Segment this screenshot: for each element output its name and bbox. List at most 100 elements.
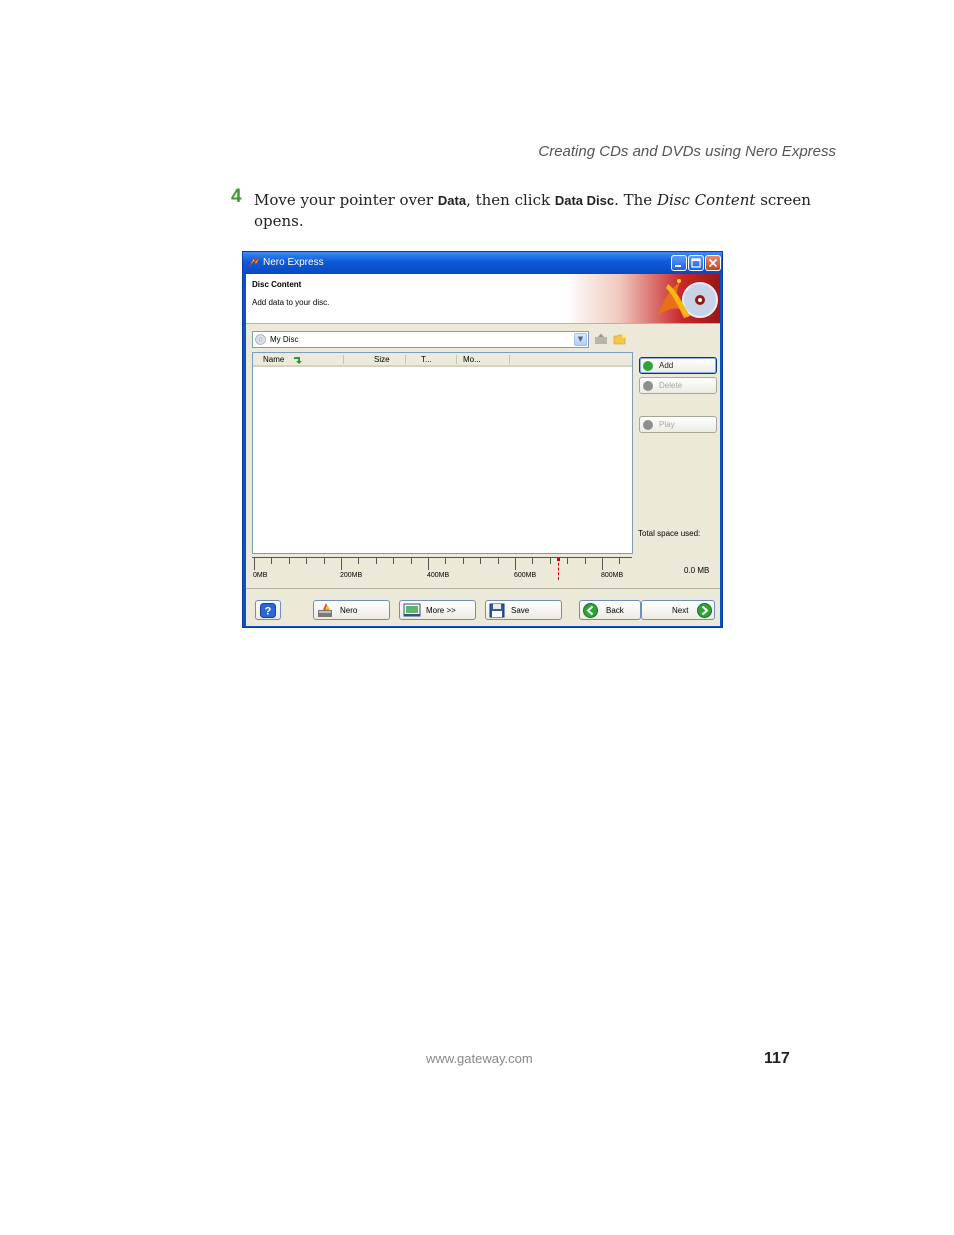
ruler-minor-tick <box>584 558 586 564</box>
column-separator[interactable] <box>343 355 344 364</box>
more-options-icon <box>403 603 421 617</box>
column-name[interactable]: Name <box>263 355 284 364</box>
capacity-ruler: 0MB 200MB 400MB 600MB 800MB <box>252 557 632 583</box>
delete-button[interactable]: Delete <box>639 377 717 394</box>
ruler-minor-tick <box>393 558 395 564</box>
ruler-minor-tick <box>410 558 412 564</box>
ruler-major-tick <box>341 558 342 570</box>
save-button-label: Save <box>511 606 530 615</box>
disc-content-list[interactable]: Name Size T... Mo... <box>252 352 633 554</box>
header-title: Disc Content <box>252 280 302 289</box>
ruler-label: 0MB <box>253 572 268 579</box>
add-button-label: Add <box>659 361 674 370</box>
title-bar[interactable]: Nero Express <box>243 252 722 274</box>
ruler-minor-tick <box>462 558 464 564</box>
ruler-minor-tick <box>271 558 273 564</box>
column-separator[interactable] <box>509 355 510 364</box>
nero-logo-icon <box>656 279 718 318</box>
ruler-minor-tick <box>445 558 447 564</box>
ruler-major-tick <box>602 558 603 570</box>
ruler-label: 600MB <box>514 572 537 579</box>
column-modified[interactable]: Mo... <box>463 355 481 364</box>
next-button-label: Next <box>672 606 689 615</box>
minimize-icon <box>675 265 681 267</box>
ruler-minor-tick <box>549 558 551 564</box>
ruler-minor-tick <box>306 558 308 564</box>
data-disc-term: Data Disc <box>554 193 615 208</box>
nero-burn-icon <box>318 603 332 617</box>
close-button[interactable] <box>705 255 721 271</box>
column-type[interactable]: T... <box>421 355 432 364</box>
column-separator[interactable] <box>405 355 406 364</box>
list-column-header: Name Size T... Mo... <box>253 353 632 367</box>
folder-up-icon[interactable] <box>594 333 608 345</box>
step-text-part: , then click <box>466 191 555 209</box>
total-space-value: 0.0 MB <box>684 566 710 575</box>
ruler-major-tick <box>515 558 516 570</box>
disc-icon <box>255 334 266 345</box>
back-button-label: Back <box>606 606 624 615</box>
help-button[interactable]: ? <box>255 600 281 620</box>
header-subtitle: Add data to your disc. <box>252 298 330 307</box>
close-icon <box>708 258 718 268</box>
ruler-minor-tick <box>288 558 290 564</box>
window-client-area: Disc Content Add data to your disc. My D… <box>246 274 720 626</box>
capacity-limit-line <box>558 558 559 580</box>
footer-url[interactable]: www.gateway.com <box>426 1051 533 1066</box>
delete-icon <box>643 381 653 391</box>
ruler-minor-tick <box>480 558 482 564</box>
sort-arrow-icon <box>294 357 302 364</box>
save-button[interactable]: Save <box>485 600 562 620</box>
add-button[interactable]: Add <box>639 357 717 374</box>
minimize-button[interactable] <box>671 255 687 271</box>
play-button[interactable]: Play <box>639 416 717 433</box>
window-title: Nero Express <box>263 257 324 268</box>
back-arrow-icon <box>583 603 598 618</box>
delete-button-label: Delete <box>659 381 683 390</box>
ruler-minor-tick <box>532 558 534 564</box>
ruler-minor-tick <box>375 558 377 564</box>
data-term: Data <box>437 193 467 208</box>
nero-app-icon <box>248 256 261 268</box>
nero-button[interactable]: Nero <box>313 600 390 620</box>
header-band: Disc Content Add data to your disc. <box>246 274 720 324</box>
running-head: Creating CDs and DVDs using Nero Express <box>538 143 836 160</box>
back-button[interactable]: Back <box>579 600 641 620</box>
step-number: 4 <box>231 186 242 207</box>
disc-selector[interactable]: My Disc ▼ <box>252 331 589 348</box>
ruler-baseline <box>252 557 632 558</box>
chevron-down-icon[interactable]: ▼ <box>574 333 587 346</box>
column-size[interactable]: Size <box>374 355 390 364</box>
ruler-label: 200MB <box>340 572 363 579</box>
ruler-minor-tick <box>497 558 499 564</box>
new-folder-icon[interactable] <box>613 333 627 345</box>
more-button[interactable]: More >> <box>399 600 476 620</box>
nero-button-label: Nero <box>340 606 358 615</box>
step-instruction: Move your pointer over Data, then click … <box>254 190 814 231</box>
maximize-button[interactable] <box>688 255 704 271</box>
help-icon: ? <box>260 603 276 618</box>
page-number: 117 <box>764 1050 790 1067</box>
next-arrow-icon <box>697 603 712 618</box>
ruler-label: 800MB <box>601 572 624 579</box>
ruler-minor-tick <box>358 558 360 564</box>
ruler-label: 400MB <box>427 572 450 579</box>
nero-express-window: Nero Express Disc Content Add data to yo… <box>242 251 723 628</box>
column-separator[interactable] <box>456 355 457 364</box>
ruler-minor-tick <box>567 558 569 564</box>
next-button[interactable]: Next <box>641 600 715 620</box>
add-icon <box>643 361 653 371</box>
ruler-major-tick <box>428 558 429 570</box>
ruler-minor-tick <box>323 558 325 564</box>
ruler-minor-tick <box>619 558 621 564</box>
svg-text:?: ? <box>265 606 272 618</box>
step-text-part: . The <box>614 191 657 209</box>
more-button-label: More >> <box>426 606 456 615</box>
disc-content-term: Disc Content <box>656 191 756 209</box>
floppy-disk-icon <box>489 603 505 618</box>
total-space-label: Total space used: <box>638 529 701 538</box>
ruler-major-tick <box>254 558 255 570</box>
disc-selector-value: My Disc <box>270 335 299 344</box>
step-text-part: Move your pointer over <box>254 191 438 209</box>
play-icon <box>643 420 653 430</box>
